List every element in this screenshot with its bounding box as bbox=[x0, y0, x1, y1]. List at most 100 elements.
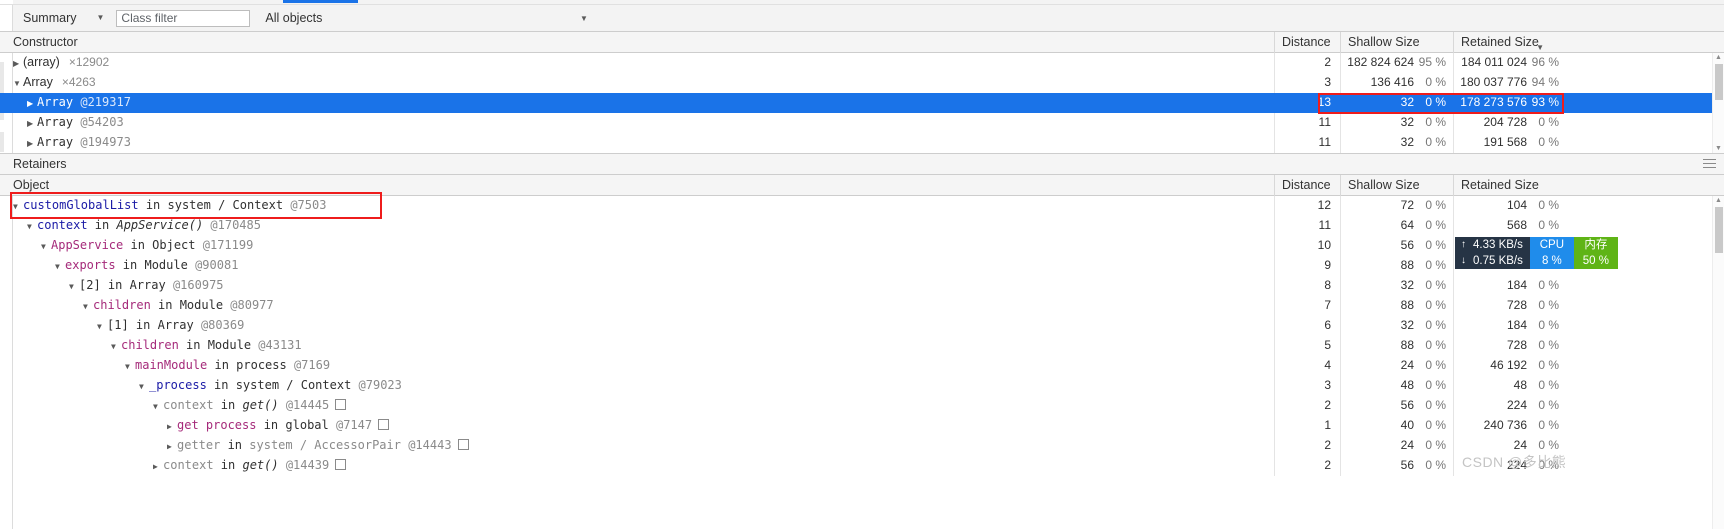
triangle-collapsed-icon[interactable]: ▶ bbox=[27, 134, 36, 153]
retained-size-cell-value: 184 011 024 bbox=[1461, 55, 1527, 69]
objects-scope-label[interactable]: All objects bbox=[265, 11, 322, 25]
retainer-property-name: exports bbox=[65, 258, 116, 272]
retainer-row[interactable]: ▼ children in Module @80977 7 88 0 % 728 0 % bbox=[0, 296, 1724, 316]
view-mode-select[interactable]: Summary ▼ bbox=[13, 5, 104, 31]
retainer-object-cell: ▼ _process in system / Context @79023 bbox=[0, 376, 1274, 396]
shallow-size-cell-value: 32 bbox=[1400, 278, 1414, 292]
distance-cell-value: 3 bbox=[1324, 378, 1331, 392]
shallow-size-cell-value: 32 bbox=[1400, 318, 1414, 332]
distance-cell: 5 bbox=[1274, 336, 1340, 356]
scroll-down-icon[interactable]: ▼ bbox=[1715, 145, 1722, 152]
objects-scope-chevron-down-icon[interactable]: ▼ bbox=[580, 14, 588, 23]
retained-size-cell-percent: 0 % bbox=[1538, 298, 1559, 312]
constructor-row[interactable]: ▶ (array) ×12902 2 182 824 624 95 % 184 011 02… bbox=[0, 53, 1724, 73]
class-filter-input[interactable] bbox=[116, 9, 251, 27]
retainers-section-bar[interactable]: Retainers bbox=[0, 153, 1724, 175]
detached-node-square-icon bbox=[335, 399, 347, 410]
triangle-collapsed-icon[interactable]: ▶ bbox=[27, 94, 36, 113]
column-header-distance[interactable]: Distance bbox=[1274, 31, 1340, 53]
instance-count: ×12902 bbox=[68, 55, 110, 69]
retainer-row[interactable]: ▼ mainModule in process @7169 4 24 0 % 46 192… bbox=[0, 356, 1724, 376]
retainer-class-name: Module bbox=[144, 258, 188, 272]
system-monitor-overlay[interactable]: ↑ ↓ 4.33 KB/s 0.75 KB/s CPU 8 % 内存 50 % bbox=[1455, 237, 1618, 269]
triangle-expanded-icon[interactable]: ▼ bbox=[41, 237, 50, 256]
retainer-row[interactable]: ▼ context in get() @14445 2 56 0 % 224 0 % bbox=[0, 396, 1724, 416]
column-header-retainer-distance[interactable]: Distance bbox=[1274, 174, 1340, 196]
retainer-object-cell: ▼ context in AppService() @170485 bbox=[0, 216, 1274, 236]
triangle-expanded-icon[interactable]: ▼ bbox=[125, 357, 134, 376]
retainer-row[interactable]: ▼ context in AppService() @170485 11 64 0 % 5… bbox=[0, 216, 1724, 236]
retained-size-cell-value: 104 bbox=[1506, 198, 1527, 212]
constructor-row[interactable]: ▶ Array @54203 11 32 0 % 204 728 0 % bbox=[0, 113, 1724, 133]
retainer-row[interactable]: ▼ _process in system / Context @79023 3 48 0… bbox=[0, 376, 1724, 396]
retainer-object-cell: ▶ context in get() @14439 bbox=[0, 456, 1274, 476]
triangle-expanded-icon[interactable]: ▼ bbox=[13, 197, 22, 216]
column-header-retainer-shallow-size[interactable]: Shallow Size bbox=[1340, 174, 1453, 196]
triangle-expanded-icon[interactable]: ▼ bbox=[139, 377, 148, 396]
active-tab-indicator[interactable] bbox=[283, 0, 358, 3]
column-header-shallow-size[interactable]: Shallow Size bbox=[1340, 31, 1453, 53]
triangle-expanded-icon[interactable]: ▼ bbox=[111, 337, 120, 356]
retained-size-cell-value: 178 273 576 bbox=[1460, 95, 1527, 109]
triangle-expanded-icon[interactable]: ▼ bbox=[153, 397, 162, 416]
constructor-row[interactable]: ▶ Array @194973 11 32 0 % 191 568 0 % bbox=[0, 133, 1724, 153]
retainer-object-cell: ▼ [2] in Array @160975 bbox=[0, 276, 1274, 296]
shallow-size-cell-percent: 0 % bbox=[1425, 115, 1446, 129]
cpu-usage-widget[interactable]: CPU 8 % bbox=[1529, 237, 1574, 269]
constructor-name: (array) bbox=[23, 55, 60, 69]
triangle-collapsed-icon[interactable]: ▶ bbox=[153, 457, 162, 476]
triangle-collapsed-icon[interactable]: ▶ bbox=[27, 114, 36, 133]
download-rate: 0.75 KB/s bbox=[1473, 255, 1523, 267]
shallow-size-cell-percent: 0 % bbox=[1425, 238, 1446, 252]
triangle-expanded-icon[interactable]: ▼ bbox=[69, 277, 78, 296]
triangle-collapsed-icon[interactable]: ▶ bbox=[167, 417, 176, 436]
triangle-expanded-icon[interactable]: ▼ bbox=[83, 297, 92, 316]
retainer-row[interactable]: ▼ [1] in Array @80369 6 32 0 % 184 0 % bbox=[0, 316, 1724, 336]
triangle-collapsed-icon[interactable]: ▶ bbox=[13, 54, 22, 73]
column-header-object[interactable]: Object bbox=[0, 175, 1274, 196]
tab-strip-left-gutter bbox=[0, 0, 13, 4]
retainer-row[interactable]: ▼ children in Module @43131 5 88 0 % 728 0 % bbox=[0, 336, 1724, 356]
object-id: @80977 bbox=[223, 298, 274, 312]
csdn-watermark: CSDN @多比熊 bbox=[1462, 454, 1567, 470]
distance-cell: 6 bbox=[1274, 316, 1340, 336]
menu-icon[interactable] bbox=[1703, 159, 1716, 169]
retainer-in-keyword: in bbox=[115, 258, 145, 272]
object-id: @14443 bbox=[400, 438, 452, 452]
constructor-row[interactable]: ▶ Array @219317 13 32 0 % 178 273 576 93 % bbox=[0, 93, 1724, 113]
retainer-row[interactable]: ▼ [2] in Array @160975 8 32 0 % 184 0 % bbox=[0, 276, 1724, 296]
retainer-in-keyword: in bbox=[138, 198, 168, 212]
scroll-up-icon[interactable]: ▲ bbox=[1715, 54, 1722, 61]
distance-cell-value: 13 bbox=[1317, 95, 1331, 109]
shallow-size-cell-value: 40 bbox=[1400, 418, 1414, 432]
constructor-scroll-thumb[interactable] bbox=[1715, 64, 1723, 100]
scroll-up-icon[interactable]: ▲ bbox=[1715, 197, 1722, 204]
constructor-scrollbar[interactable]: ▲ ▼ bbox=[1712, 53, 1724, 153]
retained-size-cell-percent: 0 % bbox=[1538, 418, 1559, 432]
network-rate-widget[interactable]: ↑ ↓ 4.33 KB/s 0.75 KB/s bbox=[1455, 237, 1530, 269]
triangle-expanded-icon[interactable]: ▼ bbox=[27, 217, 36, 236]
constructor-row[interactable]: ▼ Array ×4263 3 136 416 0 % 180 037 776 94 % bbox=[0, 73, 1724, 93]
column-header-retainer-retained-size[interactable]: Retained Size bbox=[1453, 174, 1566, 196]
retainer-property-name: customGlobalList bbox=[23, 198, 139, 212]
column-header-constructor[interactable]: Constructor bbox=[0, 32, 1274, 53]
triangle-collapsed-icon[interactable]: ▶ bbox=[167, 437, 176, 456]
distance-cell: 1 bbox=[1274, 416, 1340, 436]
retainer-row[interactable]: ▼ customGlobalList in system / Context @7… bbox=[0, 196, 1724, 216]
triangle-expanded-icon[interactable]: ▼ bbox=[97, 317, 106, 336]
retainer-row[interactable]: ▶ get process in global @7147 1 40 0 % 240 73… bbox=[0, 416, 1724, 436]
column-header-retained-size[interactable]: Retained Size ▼ bbox=[1453, 31, 1566, 53]
triangle-expanded-icon[interactable]: ▼ bbox=[13, 74, 22, 93]
retainers-scroll-thumb[interactable] bbox=[1715, 207, 1723, 253]
triangle-expanded-icon[interactable]: ▼ bbox=[55, 257, 64, 276]
constructor-grid-header: Constructor Distance Shallow Size Retain… bbox=[0, 31, 1724, 53]
shallow-size-cell: 56 0 % bbox=[1340, 456, 1453, 476]
distance-cell-value: 7 bbox=[1324, 298, 1331, 312]
upload-rate: 4.33 KB/s bbox=[1473, 239, 1523, 251]
retainer-class-name: Module bbox=[207, 338, 252, 352]
retainers-scrollbar[interactable]: ▲ bbox=[1712, 196, 1724, 529]
distance-cell: 2 bbox=[1274, 456, 1340, 476]
shallow-size-cell: 88 0 % bbox=[1340, 256, 1453, 276]
constructor-cell: ▶ Array @194973 bbox=[0, 133, 1274, 153]
memory-usage-widget[interactable]: 内存 50 % bbox=[1573, 237, 1618, 269]
